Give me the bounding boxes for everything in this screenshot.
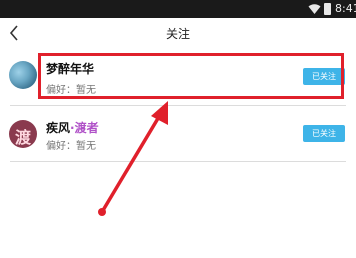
status-time: 8:41 — [335, 2, 356, 15]
user-preference: 偏好：暂无 — [46, 141, 96, 152]
status-bar: 8:41 — [0, 0, 356, 18]
user-tag: ·渡者 — [70, 121, 99, 135]
avatar-glyph: 渡 — [14, 128, 31, 147]
battery-icon — [324, 3, 331, 15]
list-item[interactable]: 渡 疾风·渡者 偏好：暂无 已关注 — [0, 106, 356, 161]
annotation-highlight-box — [38, 53, 344, 99]
nav-bar: 关注 — [0, 18, 356, 50]
avatar[interactable] — [9, 61, 37, 89]
divider — [10, 161, 346, 162]
followed-button[interactable]: 已关注 — [303, 125, 345, 142]
user-name: 疾风·渡者 — [46, 119, 99, 136]
user-name-text: 疾风 — [46, 121, 71, 135]
avatar[interactable]: 渡 — [9, 120, 37, 148]
page-title: 关注 — [165, 27, 190, 41]
wifi-icon — [308, 4, 321, 14]
